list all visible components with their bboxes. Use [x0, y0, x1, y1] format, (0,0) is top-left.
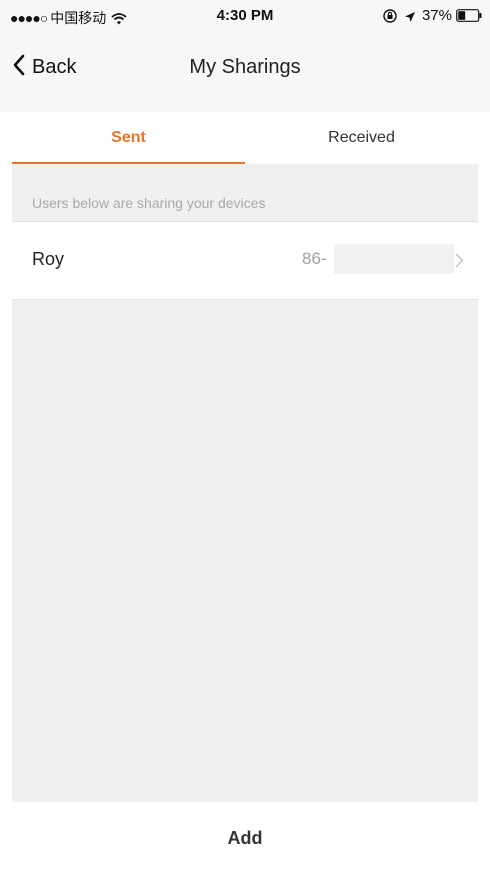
list-item[interactable]: Roy 86- — [12, 221, 478, 300]
sharing-tabs: Sent Received — [12, 112, 478, 164]
header-area: ●●●●○ 中国移动 4:30 PM 37% Back My Sharings — [0, 0, 490, 112]
tab-sent-label: Sent — [111, 129, 146, 146]
page-title: My Sharings — [189, 56, 301, 78]
location-arrow-icon — [404, 10, 416, 22]
battery-icon — [456, 9, 482, 22]
tab-sent[interactable]: Sent — [12, 112, 245, 164]
tab-received-label: Received — [328, 129, 395, 146]
share-user-name: Roy — [32, 249, 65, 269]
tab-received[interactable]: Received — [245, 112, 478, 164]
my-sharings-screen: ●●●●○ 中国移动 4:30 PM 37% Back My Sharings … — [0, 0, 490, 875]
status-right: 37% — [382, 7, 482, 24]
navigation-bar: Back My Sharings — [0, 40, 490, 96]
rotation-lock-icon — [382, 8, 398, 23]
section-header: Users below are sharing your devices — [32, 195, 266, 211]
phone-redaction — [334, 244, 454, 274]
add-button[interactable]: Add — [0, 802, 490, 875]
shares-list-container: Users below are sharing your devices Roy… — [12, 164, 478, 802]
battery-percent: 37% — [421, 7, 452, 24]
status-bar: ●●●●○ 中国移动 4:30 PM 37% — [0, 0, 490, 34]
share-user-phone: 86- — [302, 249, 327, 268]
